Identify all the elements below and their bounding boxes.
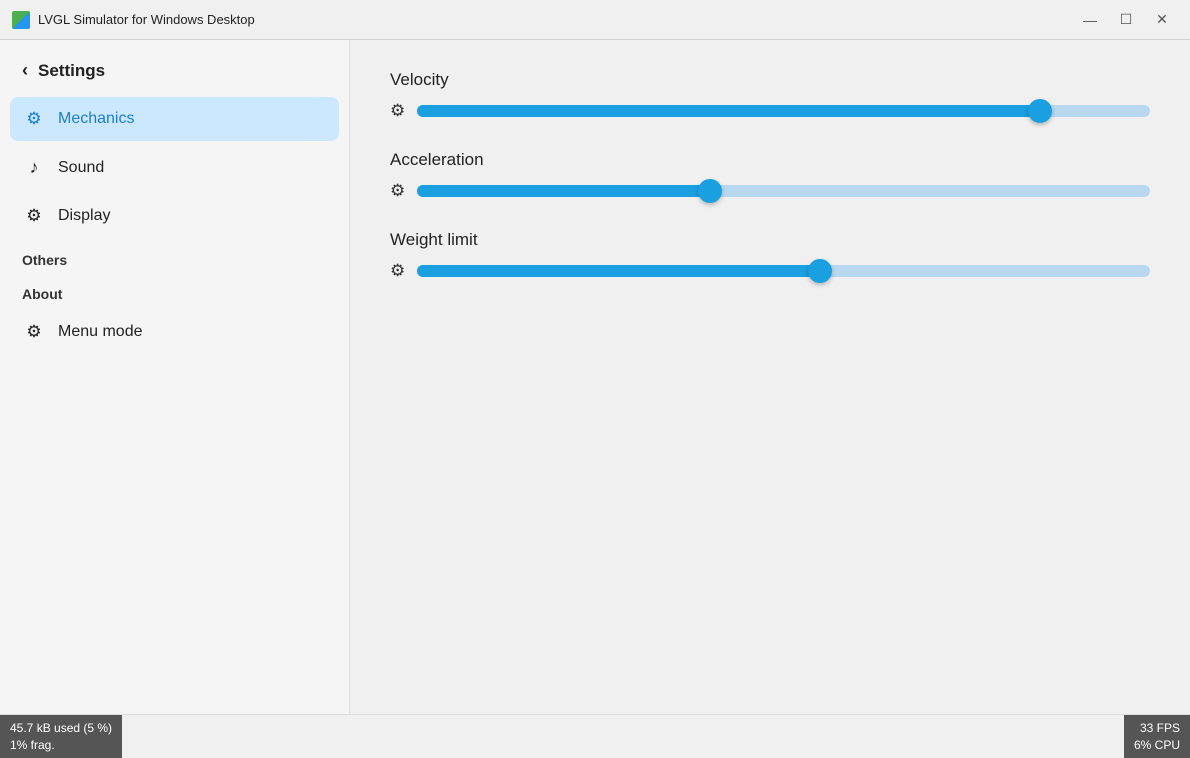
app-icon — [12, 11, 30, 29]
maximize-button[interactable]: ☐ — [1110, 8, 1142, 32]
mechanics-label: Mechanics — [58, 110, 134, 128]
acceleration-row: ⚙ — [390, 180, 1150, 202]
display-label: Display — [58, 207, 110, 225]
acceleration-slider-container — [417, 180, 1150, 202]
velocity-label: Velocity — [390, 70, 1150, 90]
mechanics-icon: ⚙ — [24, 109, 44, 129]
acceleration-gear-icon[interactable]: ⚙ — [390, 181, 405, 201]
velocity-row: ⚙ — [390, 100, 1150, 122]
titlebar: LVGL Simulator for Windows Desktop — ☐ ✕ — [0, 0, 1190, 40]
velocity-group: Velocity ⚙ — [390, 70, 1150, 122]
others-section-label: Others — [10, 242, 339, 272]
about-section-label: About — [10, 276, 339, 306]
sound-label: Sound — [58, 159, 104, 177]
weight-limit-label: Weight limit — [390, 230, 1150, 250]
weight-limit-row: ⚙ — [390, 260, 1150, 282]
settings-back-button[interactable]: ‹ Settings — [10, 52, 339, 89]
main-panel: Velocity ⚙ Acceleration ⚙ — [350, 40, 1190, 714]
status-cpu: 6% CPU — [1134, 737, 1180, 754]
settings-label: Settings — [38, 61, 105, 81]
sidebar-item-sound[interactable]: ♪ Sound — [10, 145, 339, 190]
close-button[interactable]: ✕ — [1146, 8, 1178, 32]
acceleration-label: Acceleration — [390, 150, 1150, 170]
acceleration-group: Acceleration ⚙ — [390, 150, 1150, 202]
velocity-slider-container — [417, 100, 1150, 122]
status-memory-line2: 1% frag. — [10, 737, 112, 754]
back-arrow-icon: ‹ — [22, 60, 28, 81]
weight-limit-group: Weight limit ⚙ — [390, 230, 1150, 282]
sidebar-item-display[interactable]: ⚙ Display — [10, 194, 339, 238]
status-performance: 33 FPS 6% CPU — [1124, 715, 1190, 758]
statusbar: 45.7 kB used (5 %) 1% frag. 33 FPS 6% CP… — [0, 714, 1190, 758]
sidebar-item-menu-mode[interactable]: ⚙ Menu mode — [10, 310, 339, 354]
sound-icon: ♪ — [24, 157, 44, 178]
window-controls: — ☐ ✕ — [1074, 8, 1178, 32]
menu-mode-label: Menu mode — [58, 323, 143, 341]
app-body: ‹ Settings ⚙ Mechanics ♪ Sound ⚙ Display… — [0, 40, 1190, 714]
minimize-button[interactable]: — — [1074, 8, 1106, 32]
sidebar: ‹ Settings ⚙ Mechanics ♪ Sound ⚙ Display… — [0, 40, 350, 714]
window-title: LVGL Simulator for Windows Desktop — [38, 12, 1074, 27]
velocity-gear-icon[interactable]: ⚙ — [390, 101, 405, 121]
status-memory-line1: 45.7 kB used (5 %) — [10, 720, 112, 737]
sidebar-item-mechanics[interactable]: ⚙ Mechanics — [10, 97, 339, 141]
status-memory: 45.7 kB used (5 %) 1% frag. — [0, 715, 122, 758]
menu-mode-icon: ⚙ — [24, 322, 44, 342]
weight-limit-gear-icon[interactable]: ⚙ — [390, 261, 405, 281]
weight-limit-slider-container — [417, 260, 1150, 282]
display-icon: ⚙ — [24, 206, 44, 226]
status-fps: 33 FPS — [1134, 720, 1180, 737]
